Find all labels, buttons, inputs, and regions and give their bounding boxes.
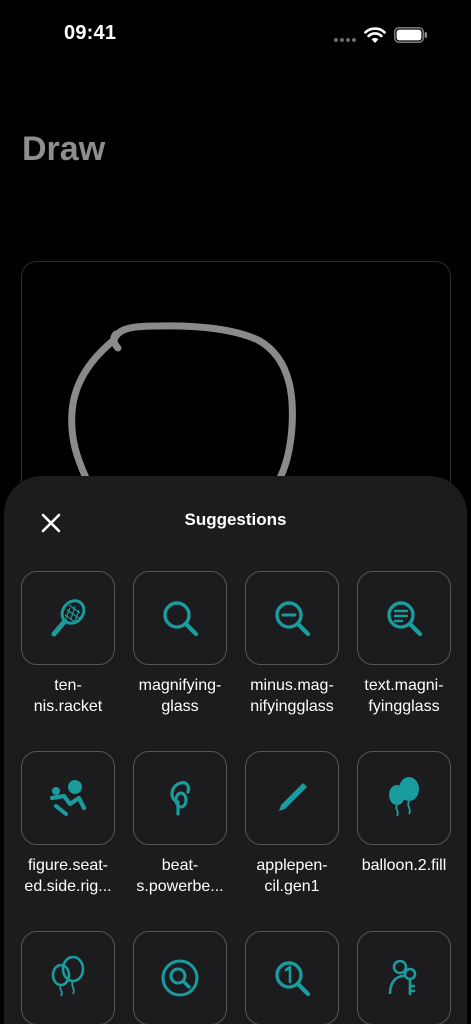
suggestion-label: ten- nis.racket (33, 677, 103, 715)
suggestion-tile[interactable]: figure.seat- ed.side.rig... (21, 751, 115, 897)
tennis-racket-icon (51, 599, 86, 637)
suggestion-button[interactable] (245, 571, 339, 665)
suggestion-button[interactable] (133, 931, 227, 1024)
minus-magnifyingglass-icon (275, 601, 311, 637)
wifi-icon (364, 27, 386, 43)
person-2-key-icon (388, 959, 417, 996)
suggestion-tile[interactable]: minus.mag- nifyingglass (245, 571, 339, 717)
screen: 09:41 Draw Suggestions ten- nis.racket m… (0, 0, 471, 1024)
suggestions-sheet: Suggestions ten- nis.racket magnifying- … (4, 476, 467, 1024)
suggestion-button[interactable] (133, 751, 227, 845)
suggestion-tile[interactable]: ten- nis.racket (21, 571, 115, 717)
suggestion-button[interactable] (245, 751, 339, 845)
suggestion-label: minus.mag- nifyingglass (250, 677, 334, 715)
suggestion-button[interactable] (21, 751, 115, 845)
suggestion-label: applepen- cil.gen1 (256, 857, 328, 895)
magnifyingglass-icon (163, 601, 199, 637)
suggestion-label: beat- s.powerbe... (136, 857, 224, 895)
suggestion-button[interactable] (245, 931, 339, 1024)
suggestion-tile[interactable] (133, 931, 227, 1024)
status-time: 09:41 (64, 22, 117, 44)
figure-seated-side-icon (49, 780, 87, 816)
suggestion-tile[interactable]: magnifying- glass (133, 571, 227, 717)
suggestion-label: balloon.2.fill (361, 857, 447, 874)
suggestion-tile[interactable] (357, 931, 451, 1024)
suggestion-button[interactable] (21, 931, 115, 1024)
text-magnifyingglass-icon (387, 601, 423, 637)
suggestion-label: magnifying- glass (138, 677, 222, 715)
page-title: Draw (22, 130, 106, 168)
suggestion-button[interactable] (357, 751, 451, 845)
suggestion-tile[interactable]: text.magni- fyingglass (357, 571, 451, 717)
suggestion-tile[interactable]: beat- s.powerbe... (133, 751, 227, 897)
sheet-title: Suggestions (184, 510, 287, 529)
battery-icon (394, 27, 427, 43)
suggestion-tile[interactable]: balloon.2.fill (357, 751, 451, 876)
beats-powerbeats-icon (170, 781, 191, 816)
suggestion-button[interactable] (357, 931, 451, 1024)
suggestion-button[interactable] (133, 571, 227, 665)
cellular-signal-icon (334, 38, 358, 42)
status-bar: 09:41 (0, 0, 471, 70)
suggestion-label: figure.seat- ed.side.rig... (24, 857, 112, 895)
1-magnifyingglass-icon (275, 961, 311, 997)
balloon-2-fill-icon (389, 777, 419, 817)
suggestion-button[interactable] (21, 571, 115, 665)
suggestion-tile[interactable]: applepen- cil.gen1 (245, 751, 339, 897)
suggestion-label: text.magni- fyingglass (364, 677, 444, 715)
suggestion-button[interactable] (357, 571, 451, 665)
balloon-2-icon (51, 956, 85, 997)
suggestion-tile[interactable] (245, 931, 339, 1024)
magnifyingglass-circle-icon (161, 959, 199, 997)
applepencil-icon (279, 783, 307, 811)
suggestion-tile[interactable] (21, 931, 115, 1024)
